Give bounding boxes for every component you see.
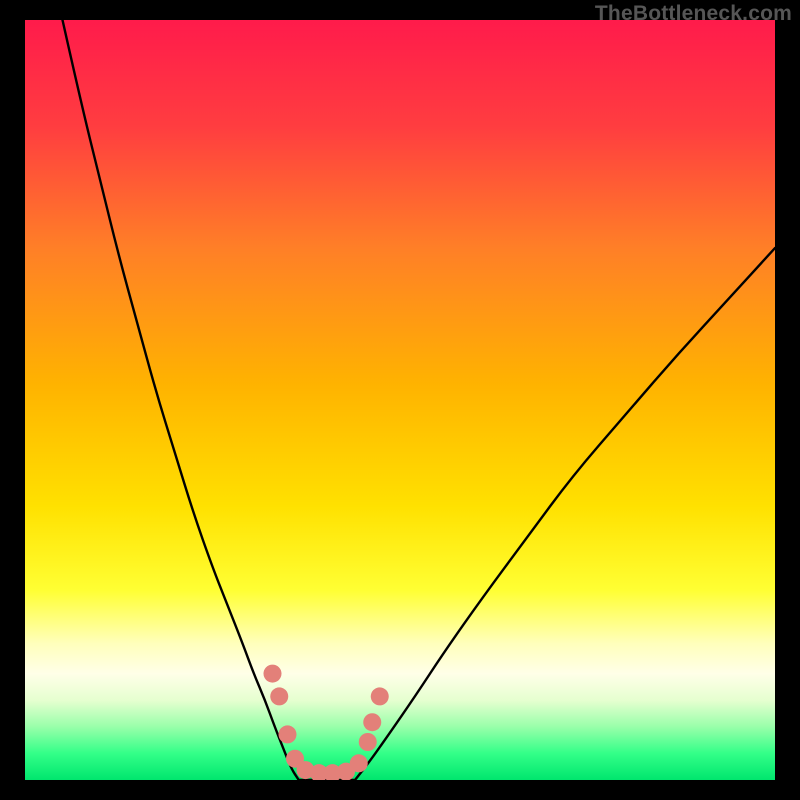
marker-dot <box>279 725 297 743</box>
chart-overlay <box>25 20 775 780</box>
chart-frame <box>25 20 775 780</box>
marker-dot <box>363 713 381 731</box>
marker-dot <box>270 687 288 705</box>
watermark-text: TheBottleneck.com <box>595 2 792 26</box>
marker-dot <box>264 665 282 683</box>
marker-dot <box>350 754 368 772</box>
curve-path <box>63 20 776 780</box>
marker-dot <box>359 733 377 751</box>
bottleneck-curve <box>63 20 776 780</box>
marker-dot <box>371 687 389 705</box>
